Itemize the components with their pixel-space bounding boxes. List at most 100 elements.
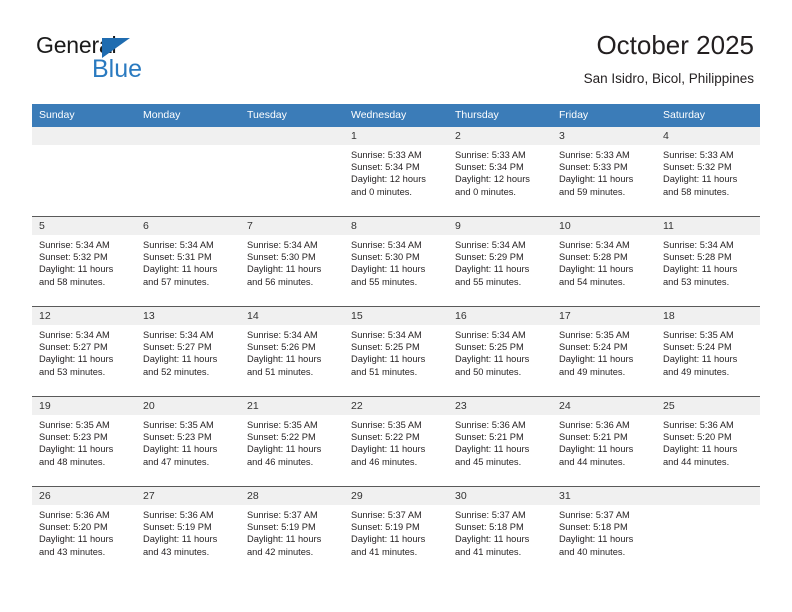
day-number: 17 [552, 307, 656, 325]
sunrise-text: Sunrise: 5:34 AM [455, 330, 526, 340]
day-details: Sunrise: 5:35 AM Sunset: 5:24 PM Daylight:… [552, 325, 656, 378]
daylight-text: Daylight: 11 hours and 43 minutes. [39, 534, 114, 557]
day-number: 13 [136, 307, 240, 325]
calendar-day-cell[interactable]: 22 Sunrise: 5:35 AM Sunset: 5:22 PM Dayligh… [344, 397, 448, 486]
sunrise-text: Sunrise: 5:35 AM [39, 420, 110, 430]
day-number: 7 [240, 217, 344, 235]
calendar-day-cell[interactable]: 8 Sunrise: 5:34 AM Sunset: 5:30 PM Daylight… [344, 217, 448, 306]
calendar-cell-empty [32, 127, 136, 216]
calendar-day-cell[interactable]: 6 Sunrise: 5:34 AM Sunset: 5:31 PM Daylight… [136, 217, 240, 306]
calendar-day-cell[interactable]: 30 Sunrise: 5:37 AM Sunset: 5:18 PM Dayligh… [448, 487, 552, 576]
day-details: Sunrise: 5:34 AM Sunset: 5:31 PM Daylight:… [136, 235, 240, 288]
calendar-day-cell[interactable]: 25 Sunrise: 5:36 AM Sunset: 5:20 PM Dayligh… [656, 397, 760, 486]
calendar-day-cell[interactable]: 15 Sunrise: 5:34 AM Sunset: 5:25 PM Dayligh… [344, 307, 448, 396]
weekday-header-friday: Friday [559, 109, 589, 121]
sunrise-text: Sunrise: 5:37 AM [247, 510, 318, 520]
daylight-text: Daylight: 11 hours and 55 minutes. [455, 264, 530, 287]
day-number: 26 [32, 487, 136, 505]
calendar-day-cell[interactable]: 10 Sunrise: 5:34 AM Sunset: 5:28 PM Dayligh… [552, 217, 656, 306]
calendar-grid: Sunday Monday Tuesday Wednesday Thursday Frid… [32, 104, 760, 576]
daylight-text: Daylight: 11 hours and 43 minutes. [143, 534, 218, 557]
calendar-day-cell[interactable]: 4 Sunrise: 5:33 AM Sunset: 5:32 PM Daylight… [656, 127, 760, 216]
day-number: 20 [136, 397, 240, 415]
sunrise-text: Sunrise: 5:34 AM [455, 240, 526, 250]
sunrise-text: Sunrise: 5:35 AM [663, 330, 734, 340]
day-number [240, 127, 344, 145]
daylight-text: Daylight: 11 hours and 58 minutes. [39, 264, 114, 287]
calendar-day-cell[interactable]: 16 Sunrise: 5:34 AM Sunset: 5:25 PM Dayligh… [448, 307, 552, 396]
daylight-text: Daylight: 12 hours and 0 minutes. [351, 174, 426, 197]
weekday-header-wednesday: Wednesday [351, 109, 407, 121]
sunrise-text: Sunrise: 5:36 AM [559, 420, 630, 430]
day-details: Sunrise: 5:33 AM Sunset: 5:34 PM Daylight:… [344, 145, 448, 198]
calendar-day-cell[interactable]: 14 Sunrise: 5:34 AM Sunset: 5:26 PM Dayligh… [240, 307, 344, 396]
day-details: Sunrise: 5:36 AM Sunset: 5:21 PM Daylight:… [552, 415, 656, 468]
daylight-text: Daylight: 11 hours and 46 minutes. [351, 444, 426, 467]
sunset-text: Sunset: 5:18 PM [559, 522, 628, 533]
weekday-header-monday: Monday [143, 109, 181, 121]
day-number: 16 [448, 307, 552, 325]
calendar-day-cell[interactable]: 3 Sunrise: 5:33 AM Sunset: 5:33 PM Daylight… [552, 127, 656, 216]
sunrise-text: Sunrise: 5:34 AM [247, 240, 318, 250]
calendar-day-cell[interactable]: 27 Sunrise: 5:36 AM Sunset: 5:19 PM Dayligh… [136, 487, 240, 576]
calendar-day-cell[interactable]: 19 Sunrise: 5:35 AM Sunset: 5:23 PM Dayligh… [32, 397, 136, 486]
sunset-text: Sunset: 5:28 PM [663, 252, 732, 263]
daylight-text: Daylight: 11 hours and 59 minutes. [559, 174, 634, 197]
day-number: 19 [32, 397, 136, 415]
calendar-day-cell[interactable]: 13 Sunrise: 5:34 AM Sunset: 5:27 PM Dayligh… [136, 307, 240, 396]
sunset-text: Sunset: 5:21 PM [559, 432, 628, 443]
sunrise-text: Sunrise: 5:34 AM [351, 240, 422, 250]
day-number: 22 [344, 397, 448, 415]
day-number: 27 [136, 487, 240, 505]
calendar-day-cell[interactable]: 17 Sunrise: 5:35 AM Sunset: 5:24 PM Dayligh… [552, 307, 656, 396]
calendar-day-cell[interactable]: 26 Sunrise: 5:36 AM Sunset: 5:20 PM Dayligh… [32, 487, 136, 576]
weekday-header-row: Sunday Monday Tuesday Wednesday Thursday Frid… [32, 104, 760, 127]
sunrise-text: Sunrise: 5:33 AM [663, 150, 734, 160]
calendar-week-row: 19 Sunrise: 5:35 AM Sunset: 5:23 PM Dayligh… [32, 396, 760, 486]
day-details: Sunrise: 5:34 AM Sunset: 5:32 PM Daylight:… [32, 235, 136, 288]
calendar-day-cell[interactable]: 5 Sunrise: 5:34 AM Sunset: 5:32 PM Daylight… [32, 217, 136, 306]
daylight-text: Daylight: 11 hours and 58 minutes. [663, 174, 738, 197]
sunrise-text: Sunrise: 5:37 AM [455, 510, 526, 520]
day-details: Sunrise: 5:34 AM Sunset: 5:28 PM Daylight:… [552, 235, 656, 288]
calendar-day-cell[interactable]: 28 Sunrise: 5:37 AM Sunset: 5:19 PM Dayligh… [240, 487, 344, 576]
day-number: 21 [240, 397, 344, 415]
sunrise-text: Sunrise: 5:36 AM [455, 420, 526, 430]
calendar-day-cell[interactable]: 12 Sunrise: 5:34 AM Sunset: 5:27 PM Dayligh… [32, 307, 136, 396]
calendar-day-cell[interactable]: 21 Sunrise: 5:35 AM Sunset: 5:22 PM Dayligh… [240, 397, 344, 486]
daylight-text: Daylight: 11 hours and 51 minutes. [351, 354, 426, 377]
sunrise-text: Sunrise: 5:34 AM [39, 330, 110, 340]
day-details: Sunrise: 5:34 AM Sunset: 5:29 PM Daylight:… [448, 235, 552, 288]
sunrise-text: Sunrise: 5:37 AM [559, 510, 630, 520]
general-blue-logo[interactable]: General Blue [36, 32, 236, 88]
sunset-text: Sunset: 5:33 PM [559, 162, 628, 173]
day-details: Sunrise: 5:37 AM Sunset: 5:18 PM Daylight:… [448, 505, 552, 558]
daylight-text: Daylight: 11 hours and 53 minutes. [663, 264, 738, 287]
sunset-text: Sunset: 5:22 PM [247, 432, 316, 443]
calendar-day-cell[interactable]: 11 Sunrise: 5:34 AM Sunset: 5:28 PM Dayligh… [656, 217, 760, 306]
calendar-day-cell[interactable]: 7 Sunrise: 5:34 AM Sunset: 5:30 PM Daylight… [240, 217, 344, 306]
calendar-day-cell[interactable]: 18 Sunrise: 5:35 AM Sunset: 5:24 PM Dayligh… [656, 307, 760, 396]
day-number: 1 [344, 127, 448, 145]
daylight-text: Daylight: 11 hours and 41 minutes. [455, 534, 530, 557]
daylight-text: Daylight: 11 hours and 42 minutes. [247, 534, 322, 557]
calendar-day-cell[interactable]: 31 Sunrise: 5:37 AM Sunset: 5:18 PM Dayligh… [552, 487, 656, 576]
sunset-text: Sunset: 5:18 PM [455, 522, 524, 533]
day-details: Sunrise: 5:34 AM Sunset: 5:27 PM Daylight:… [136, 325, 240, 378]
sunset-text: Sunset: 5:28 PM [559, 252, 628, 263]
sunrise-text: Sunrise: 5:36 AM [143, 510, 214, 520]
calendar-day-cell[interactable]: 23 Sunrise: 5:36 AM Sunset: 5:21 PM Dayligh… [448, 397, 552, 486]
calendar-day-cell[interactable]: 20 Sunrise: 5:35 AM Sunset: 5:23 PM Dayligh… [136, 397, 240, 486]
day-number: 4 [656, 127, 760, 145]
calendar-day-cell[interactable]: 1 Sunrise: 5:33 AM Sunset: 5:34 PM Daylight… [344, 127, 448, 216]
calendar-cell-empty [656, 487, 760, 576]
daylight-text: Daylight: 11 hours and 55 minutes. [351, 264, 426, 287]
day-number: 15 [344, 307, 448, 325]
calendar-day-cell[interactable]: 2 Sunrise: 5:33 AM Sunset: 5:34 PM Daylight… [448, 127, 552, 216]
calendar-day-cell[interactable]: 9 Sunrise: 5:34 AM Sunset: 5:29 PM Daylight… [448, 217, 552, 306]
calendar-day-cell[interactable]: 29 Sunrise: 5:37 AM Sunset: 5:19 PM Dayligh… [344, 487, 448, 576]
sunrise-text: Sunrise: 5:35 AM [247, 420, 318, 430]
sunrise-text: Sunrise: 5:33 AM [351, 150, 422, 160]
calendar-cell-empty [240, 127, 344, 216]
calendar-day-cell[interactable]: 24 Sunrise: 5:36 AM Sunset: 5:21 PM Dayligh… [552, 397, 656, 486]
